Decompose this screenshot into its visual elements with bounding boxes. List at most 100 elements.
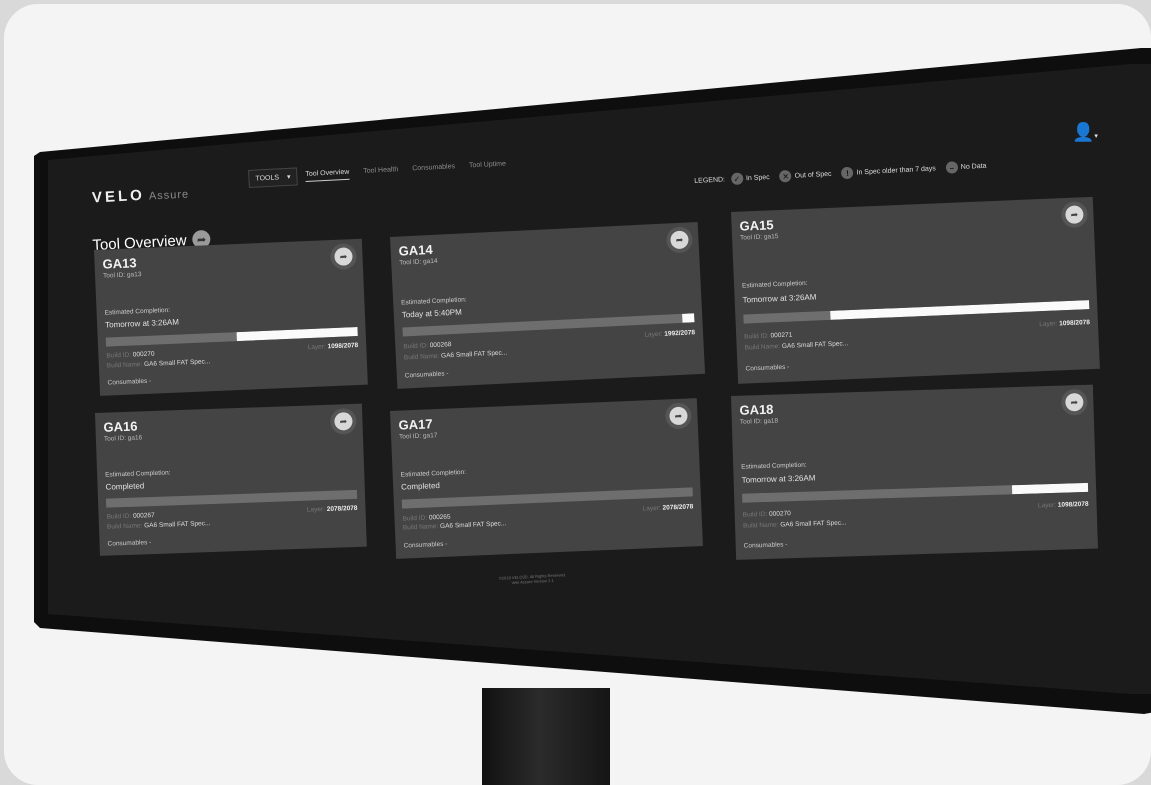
tool-id: Tool ID: ga14 [399,257,438,267]
build-name-row: Build Name: GA6 Small FAT Spec... [107,520,211,531]
build-id-label: Build ID: [402,514,428,523]
consumables-label[interactable]: Consumables - [107,378,151,387]
build-name-row: Build Name: GA6 Small FAT Spec... [745,340,849,351]
consumables-label[interactable]: Consumables - [745,364,789,373]
build-id-value: 000268 [429,341,452,350]
layer-row: Layer: 2078/2078 [643,503,694,512]
nav-tool-health[interactable]: Tool Health [363,166,399,178]
layer-label: Layer: [1039,320,1058,329]
layer-row: Layer: 1098/2078 [308,342,359,351]
footer: ©2018 VELO3D. All Rights Reserved. Velo … [499,572,566,585]
consumables-label[interactable]: Consumables - [405,370,449,379]
build-id-row: Build ID: 000270 [743,510,791,519]
photo-frame: VELO Assure TOOLS ▾ Tool Overview Tool He… [4,4,1151,785]
build-id-value: 000267 [132,511,155,520]
layer-label: Layer: [306,506,326,514]
build-name-label: Build Name: [106,522,143,531]
share-icon[interactable]: ➦ [670,230,689,250]
consumables-label[interactable]: Consumables - [744,541,788,549]
legend-in-spec-older: ! In Spec older than 7 days [841,162,937,180]
build-id-label: Build ID: [106,351,132,360]
tool-card[interactable]: GA17 Tool ID: ga17 ➦ Estimated Completio… [390,398,703,559]
app-screen: VELO Assure TOOLS ▾ Tool Overview Tool He… [4,4,1151,785]
nav-tool-overview[interactable]: Tool Overview [305,168,350,182]
layer-label: Layer: [1037,501,1057,510]
dash-icon: – [945,161,959,174]
clock-icon: ! [841,166,854,180]
legend-in-spec-older-label: In Spec older than 7 days [856,164,937,176]
build-id-row: Build ID: 000268 [403,341,451,350]
nav-consumables[interactable]: Consumables [412,163,455,175]
build-name-label: Build Name: [402,523,439,532]
build-id-value: 000271 [770,331,793,340]
tool-name: GA17 [398,416,433,433]
estimated-completion-label: Estimated Completion: [741,279,808,290]
estimated-completion-label: Estimated Completion: [105,469,171,479]
tool-card[interactable]: GA14 Tool ID: ga14 ➦ Estimated Completio… [390,221,706,389]
tool-name: GA16 [103,418,138,435]
build-name-value: GA6 Small FAT Spec... [439,520,507,531]
consumables-label[interactable]: Consumables - [404,541,448,550]
tool-card[interactable]: GA15 Tool ID: ga15 ➦ Estimated Completio… [731,196,1100,384]
share-icon[interactable]: ➦ [334,412,353,431]
estimated-completion-label: Estimated Completion: [741,461,807,471]
build-name-row: Build Name: GA6 Small FAT Spec... [403,520,507,531]
tool-name: GA18 [739,401,774,418]
layer-value: 1098/2078 [327,342,359,351]
layer-row: Layer: 1992/2078 [644,329,695,338]
consumables-label[interactable]: Consumables - [107,539,151,548]
legend-label: LEGEND: [694,175,726,185]
legend-out-of-spec-label: Out of Spec [794,170,832,180]
layer-row: Layer: 1098/2078 [1038,501,1089,510]
build-name-value: GA6 Small FAT Spec... [440,349,508,360]
progress-bar [743,300,1090,324]
build-id-row: Build ID: 000271 [744,332,792,341]
estimated-completion-label: Estimated Completion: [400,468,467,479]
legend-in-spec: ✓ In Spec [730,171,770,186]
nav-tool-uptime[interactable]: Tool Uptime [469,160,506,172]
build-name-row: Build Name: GA6 Small FAT Spec... [107,358,211,369]
user-icon: 👤 [1072,122,1095,142]
estimated-completion-value: Tomorrow at 3:26AM [742,292,817,305]
share-icon[interactable]: ➦ [669,406,688,426]
layer-label: Layer: [307,343,326,352]
logo: VELO Assure [92,184,190,207]
tool-card[interactable]: GA13 Tool ID: ga13 ➦ Estimated Completio… [94,238,368,396]
logo-product: Assure [148,188,190,203]
estimated-completion-value: Completed [401,480,441,492]
tool-card[interactable]: GA16 Tool ID: ga16 ➦ Estimated Completio… [95,403,367,556]
estimated-completion-value: Tomorrow at 3:26AM [741,473,816,485]
layer-row: Layer: 1098/2078 [1039,319,1090,328]
build-id-value: 000270 [769,510,791,518]
estimated-completion-label: Estimated Completion: [401,296,467,307]
build-name-value: GA6 Small FAT Spec... [781,340,849,350]
tool-name: GA14 [398,241,433,259]
share-icon[interactable]: ➦ [1065,392,1084,412]
build-name-label: Build Name: [742,521,779,530]
user-menu[interactable]: 👤▾ [1072,122,1098,143]
build-id-row: Build ID: 000265 [402,514,450,523]
progress-bar [742,482,1089,503]
x-icon: ✕ [779,169,792,183]
build-name-value: GA6 Small FAT Spec... [144,520,211,530]
build-id-row: Build ID: 000270 [106,351,154,360]
layer-value: 2078/2078 [662,503,694,512]
tool-id: Tool ID: ga18 [739,417,779,426]
build-id-value: 000270 [132,350,155,359]
share-icon[interactable]: ➦ [1065,205,1084,224]
build-name-label: Build Name: [106,361,143,370]
share-icon[interactable]: ➦ [334,247,353,266]
legend: LEGEND: ✓ In Spec ✕ Out of Spec ! In Spe… [694,159,991,187]
legend-in-spec-label: In Spec [745,173,770,182]
tools-dropdown[interactable]: TOOLS ▾ [248,167,298,188]
progress-bar [105,489,358,508]
layer-row: Layer: 2078/2078 [307,505,358,514]
legend-out-of-spec: ✕ Out of Spec [779,168,832,183]
build-name-value: GA6 Small FAT Spec... [143,358,211,369]
tool-id: Tool ID: ga13 [102,271,142,280]
build-id-value: 000265 [428,513,451,522]
layer-value: 1098/2078 [1059,319,1091,328]
estimated-completion-value: Today at 5:40PM [401,307,463,320]
tool-card[interactable]: GA18 Tool ID: ga18 ➦ Estimated Completio… [731,384,1098,560]
build-id-label: Build ID: [742,510,768,519]
